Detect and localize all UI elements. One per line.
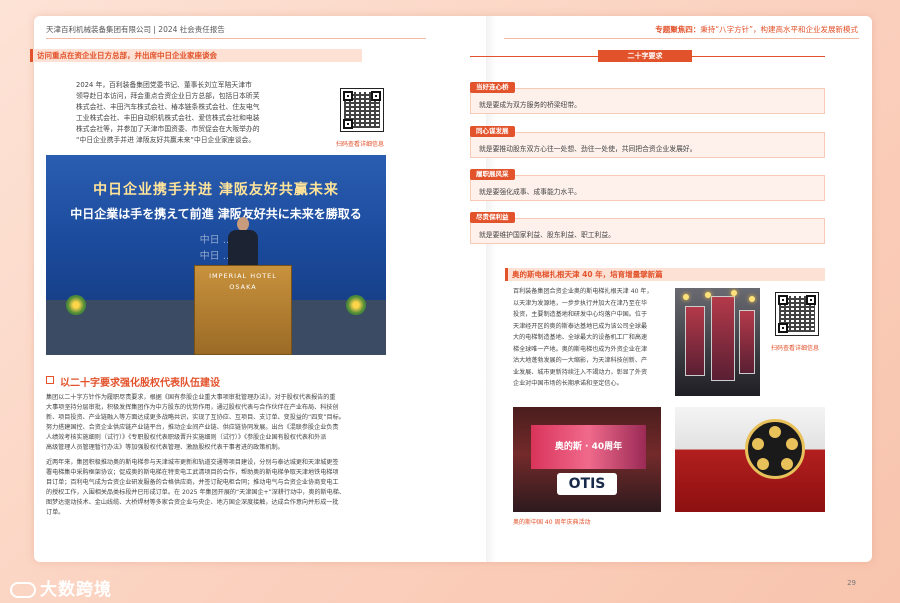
header-left: 天津百利机械装备集团有限公司 | 2024 社会责任报告 (46, 25, 225, 34)
requirement-text: 就是要维护国家利益、股东利益、职工利益。 (479, 231, 615, 239)
otis-exhibit-photo (675, 407, 825, 512)
requirement-tag: 履职展风采 (470, 169, 515, 180)
header-right-text: 秉持“八字方针”，构建高水平和企业发展新模式 (700, 25, 858, 34)
requirement-tag: 同心谋发展 (470, 126, 515, 137)
otis-hall-photo (675, 288, 760, 396)
otis-line: 企业对中国市场的长期承诺和坚定信心。 (513, 380, 623, 387)
visit-section-title: 访问重点在资企业日方总部，并出席中日企业家座谈会 (37, 51, 217, 60)
podium-line1: IMPERIAL HOTEL (209, 272, 277, 280)
otis-section-title: 奥的斯电梯扎根天津 40 年，培育增量擘新篇 (512, 270, 663, 279)
para-line: 目订单；百利电气成为合资企业研发服备的合格供应商，并签订配电柜合同；推动电气与合… (46, 479, 339, 486)
otis-line: 投资，主要制造基地和研发中心均落户中国。位于 (513, 311, 648, 318)
event-banner-line2: 中日企業は手を携えて前進 津阪友好共に未来を勝取る (70, 207, 362, 221)
para-line: 集团以二十字方针作为履职尽责要求，根据《国有参股企业重大事项审批管理办法》，对于… (46, 394, 336, 401)
para-line: 的授权工作，入围相关品类标段并已形成订单。在 2025 年集团开展的“天津国企+… (46, 489, 345, 496)
para-line: 大事项坚持分层审批，积极发挥集团作为中方股东的优势作用，通过股权代表与合作伙伴在… (46, 404, 339, 411)
requirement-text: 就是要成为双方服务的桥梁纽带。 (479, 101, 581, 109)
para-line: 署电梯集中采购框架协议；促成奥的斯电梯在特变电工武清项目的合作，帮助奥的斯电梯争… (46, 469, 339, 476)
watermark-logo-icon (10, 582, 36, 598)
otis-line: 百利装备集团合资企业奥的斯电梯扎根天津 40 年， (513, 288, 653, 295)
otis-screen-text: 奥的斯 · 40周年 (554, 442, 623, 452)
page-number: 29 (847, 579, 856, 587)
header-divider-right (504, 38, 859, 39)
header-divider-left (46, 38, 426, 39)
watermark-text: 大数跨境 (40, 580, 112, 600)
requirements-banner-label: 二十字要求 (598, 50, 692, 62)
podium: IMPERIAL HOTEL OSAKA (194, 265, 292, 355)
qr-code-visit[interactable] (340, 88, 384, 132)
visit-line: 2024 年，百利装备集团党委书记、董事长刘立军陪天津市 (76, 81, 252, 89)
otis-screen: 奥的斯 · 40周年 (531, 425, 646, 469)
requirement-tag: 当好连心桥 (470, 82, 515, 93)
otis-line: 业发展、城市更新持续注入不竭动力，彰显了外资 (513, 368, 648, 376)
watermark: 大数跨境 (10, 575, 112, 600)
para-one: 集团以二十字方针作为履职尽责要求，根据《国有参股企业重大事项审批管理办法》，对于… (46, 393, 406, 453)
otis-anniversary-photo: 奥的斯 · 40周年 OTIS (513, 407, 661, 512)
visit-line: 株式会社、丰田汽车株式会社、椿本链条株式会社、住友电气 (76, 103, 260, 111)
otis-line: 天津经开区的奥的斯泰达基地已成为该公司全球最 (513, 322, 648, 330)
qr-code-otis[interactable] (775, 292, 819, 336)
para-line: 高级管理人员管理暂行办法》等加强股权代表管理、激励股权代表干事者进的政策机制。 (46, 444, 284, 451)
para-line: 新、项目投资、产业链融入等方面达成更多战略共识，实现了互协应、互项目、支订单、变… (46, 414, 345, 421)
podium-line2: OSAKA (229, 283, 257, 291)
header-right-prefix: 专题聚焦四： (655, 25, 701, 34)
requirements-banner: 二十字要求 (470, 50, 825, 62)
otis-line: 沽大地蓬勃发展的一大缩影，为天津科技创新、产 (513, 357, 648, 364)
requirement-text: 就是要强化成事、成事能力水平。 (479, 188, 581, 196)
qr-caption-otis: 扫码查看详细信息 (771, 345, 820, 352)
para-line: 近两年来，集团积极推动奥的斯电梯参与天津城市更新和轨道交通等项目建设，分别与泰达… (46, 459, 339, 466)
visit-section-bar: 访问重点在资企业日方总部，并出席中日企业家座谈会 (30, 49, 362, 62)
section-heading-text: 以二十字要求强化股权代表队伍建设 (60, 378, 220, 389)
otis-paragraph: 百利装备集团合资企业奥的斯电梯扎根天津 40 年， 以天津为发源地，一步步执行并… (513, 286, 673, 390)
visit-line: 株式会社等，并参加了天津市国资委、市贸促会在大阪举办的 (76, 125, 260, 133)
otis-logo: OTIS (557, 473, 617, 495)
event-photo: 中日企业携手并进 津阪友好共赢未来 中日企業は手を携えて前進 津阪友好共に未来を… (46, 155, 386, 355)
visit-line: “中日企业携手并进 津阪友好共赢未来”中日企业家座谈会。 (76, 136, 256, 144)
requirement-tag: 尽责保利益 (470, 212, 515, 223)
square-bullet-icon (46, 376, 54, 384)
visit-paragraph: 2024 年，百利装备集团党委书记、董事长刘立军陪天津市 领导赴日本访问，拜会重… (76, 80, 338, 146)
para-line: 努力搭建国控、合资企业供应链产业链平台，推动企业间产业链、供应链协同发展。出台《… (46, 424, 339, 431)
flower-decoration (346, 295, 366, 315)
requirement-text: 就是要推动股东双方心往一处想、劲往一处使，共同把合资企业发展好。 (479, 145, 697, 153)
qr-caption-visit: 扫码查看详细信息 (336, 141, 385, 148)
para-line: 图梦达驱动技术、金山线缆、大桥焊材等多家合资企业与央企、地方国企深度接触，达成合… (46, 499, 339, 506)
event-banner-ghost1: 中日 ... (199, 235, 233, 246)
para-two: 近两年来，集团积极推动奥的斯电梯参与天津城市更新和轨道交通等项目建设，分别与泰达… (46, 458, 406, 518)
visit-line: 工业株式会社、丰田自动织机株式会社、爱信株式会社和电装 (76, 114, 260, 122)
para-line: 人绩效考核实施细则（试行）》《专职股权代表职级晋升实施细则（试行）》《参股企业国… (46, 434, 327, 441)
flower-decoration (66, 295, 86, 315)
header-right: 专题聚焦四：秉持“八字方针”，构建高水平和企业发展新模式 (655, 24, 858, 35)
visit-line: 领导赴日本访问，拜会重点合资企业日方总部，包括日本昕芙 (76, 92, 260, 100)
event-banner-ghost2: 中日 ... (199, 251, 233, 262)
para-line: 订单。 (46, 509, 65, 516)
event-banner-line1: 中日企业携手并进 津阪友好共赢未来 (93, 182, 339, 198)
otis-line: 梯全球唯一产地。奥的斯电梯也成为外资企业在津 (513, 345, 648, 353)
speaker-figure (228, 217, 258, 274)
otis-section-bar: 奥的斯电梯扎根天津 40 年，培育增量擘新篇 (505, 268, 825, 281)
photo-caption: 奥的斯中国 40 周年庆典活动 (513, 519, 591, 526)
otis-line: 大的电梯制造基地、全球最大的设备机工厂和高速 (513, 334, 648, 341)
film-reel-icon (745, 419, 805, 479)
otis-line: 以天津为发源地，一步步执行并加大在津乃至在华 (513, 299, 648, 307)
